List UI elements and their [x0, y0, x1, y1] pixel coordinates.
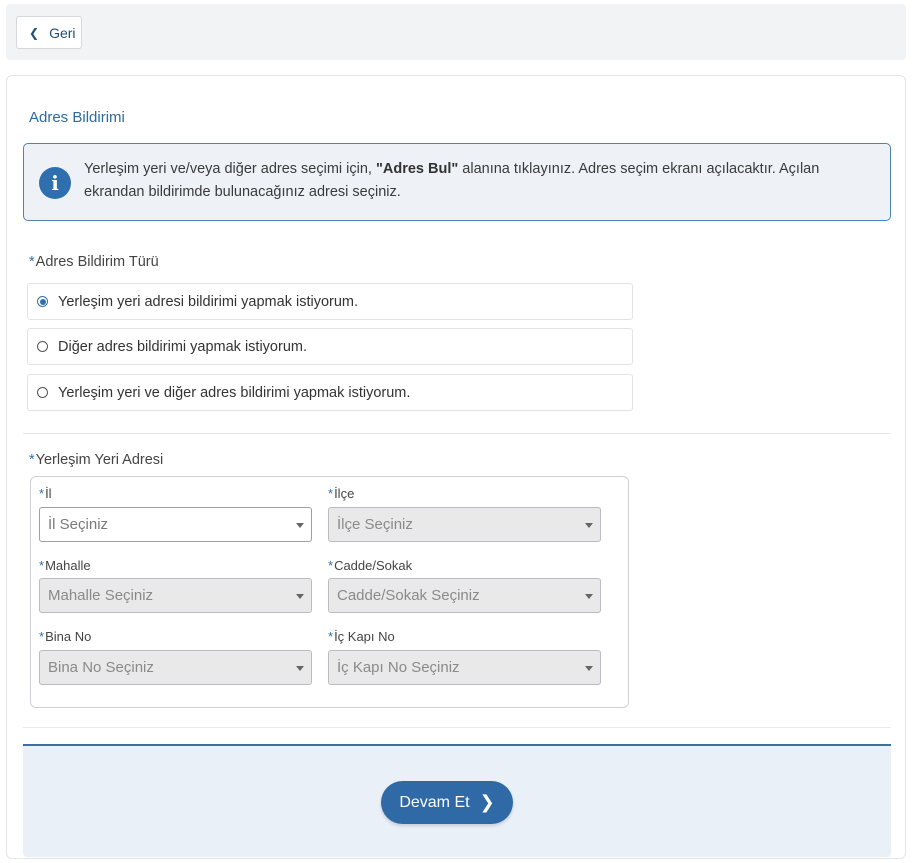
info-text: Yerleşim yeri ve/veya diğer adres seçimi… [84, 158, 874, 204]
back-button[interactable]: ❮ Geri [16, 16, 82, 49]
mahalle-label: *Mahalle [39, 558, 91, 573]
divider [23, 727, 891, 728]
yerlesim-label-text: Yerleşim Yeri Adresi [35, 452, 164, 468]
caret-down-icon [296, 594, 304, 599]
il-label: *İl [39, 486, 52, 501]
cadde-select-value: Cadde/Sokak Seçiniz [337, 587, 480, 604]
bildirim-turu-label: *Adres Bildirim Türü [29, 254, 159, 270]
caret-down-icon [296, 666, 304, 671]
chevron-left-icon: ❮ [29, 25, 40, 40]
continue-button[interactable]: Devam Et ❯ [381, 781, 513, 824]
cadde-select[interactable]: Cadde/Sokak Seçiniz [328, 578, 601, 613]
mahalle-select-value: Mahalle Seçiniz [48, 587, 154, 604]
required-mark: * [29, 452, 35, 468]
info-icon: i [39, 167, 71, 199]
address-form-card: Adres Bildirimi i Yerleşim yeri ve/veya … [6, 75, 906, 859]
bina-select-value: Bina No Seçiniz [48, 659, 154, 676]
continue-button-label: Devam Et [399, 793, 470, 811]
radio-option-yerlesim[interactable]: Yerleşim yeri adresi bildirimi yapmak is… [27, 283, 633, 320]
bildirim-turu-label-text: Adres Bildirim Türü [35, 254, 159, 270]
radio-button[interactable] [37, 341, 48, 352]
divider [23, 433, 891, 434]
info-text-part: Yerleşim yeri ve/veya diğer adres seçimi… [84, 161, 376, 177]
bina-label-text: Bina No [45, 629, 92, 644]
radio-button-checked[interactable] [37, 296, 48, 307]
info-text-bold: "Adres Bul" [376, 161, 459, 177]
radio-option-label: Yerleşim yeri adresi bildirimi yapmak is… [58, 293, 359, 310]
caret-down-icon [585, 594, 593, 599]
il-label-text: İl [45, 486, 52, 501]
bina-label: *Bina No [39, 629, 92, 644]
info-box: i Yerleşim yeri ve/veya diğer adres seçi… [23, 143, 891, 221]
cadde-label: *Cadde/Sokak [328, 558, 413, 573]
caret-down-icon [585, 666, 593, 671]
address-fields-box: *İl İl Seçiniz *İlçe İlçe Seçiniz *Mahal… [30, 476, 629, 708]
caret-down-icon [585, 523, 593, 528]
ickapi-label-text: İç Kapı No [334, 629, 395, 644]
ilce-label-text: İlçe [334, 486, 355, 501]
radio-option-label: Diğer adres bildirimi yapmak istiyorum. [58, 338, 307, 355]
ilce-label: *İlçe [328, 486, 355, 501]
mahalle-label-text: Mahalle [45, 558, 91, 573]
radio-button[interactable] [37, 387, 48, 398]
radio-option-both[interactable]: Yerleşim yeri ve diğer adres bildirimi y… [27, 374, 633, 411]
mahalle-select[interactable]: Mahalle Seçiniz [39, 578, 312, 613]
bina-select[interactable]: Bina No Seçiniz [39, 650, 312, 685]
chevron-right-icon: ❯ [479, 792, 495, 812]
required-mark: * [29, 254, 35, 270]
ilce-select-value: İlçe Seçiniz [337, 516, 413, 533]
section-title: Adres Bildirimi [29, 109, 125, 126]
ickapi-label: *İç Kapı No [328, 629, 395, 644]
il-select[interactable]: İl Seçiniz [39, 507, 312, 542]
caret-down-icon [296, 523, 304, 528]
radio-option-label: Yerleşim yeri ve diğer adres bildirimi y… [58, 384, 411, 401]
radio-option-diger[interactable]: Diğer adres bildirimi yapmak istiyorum. [27, 328, 633, 365]
ickapi-select-value: İç Kapı No Seçiniz [337, 659, 460, 676]
ilce-select[interactable]: İlçe Seçiniz [328, 507, 601, 542]
top-bar: ❮ Geri [6, 4, 906, 60]
back-button-label: Geri [49, 24, 76, 41]
footer-actions: Devam Et ❯ [23, 744, 891, 857]
cadde-label-text: Cadde/Sokak [334, 558, 413, 573]
yerlesim-label: *Yerleşim Yeri Adresi [29, 452, 163, 468]
ickapi-select[interactable]: İç Kapı No Seçiniz [328, 650, 601, 685]
il-select-value: İl Seçiniz [48, 516, 109, 533]
